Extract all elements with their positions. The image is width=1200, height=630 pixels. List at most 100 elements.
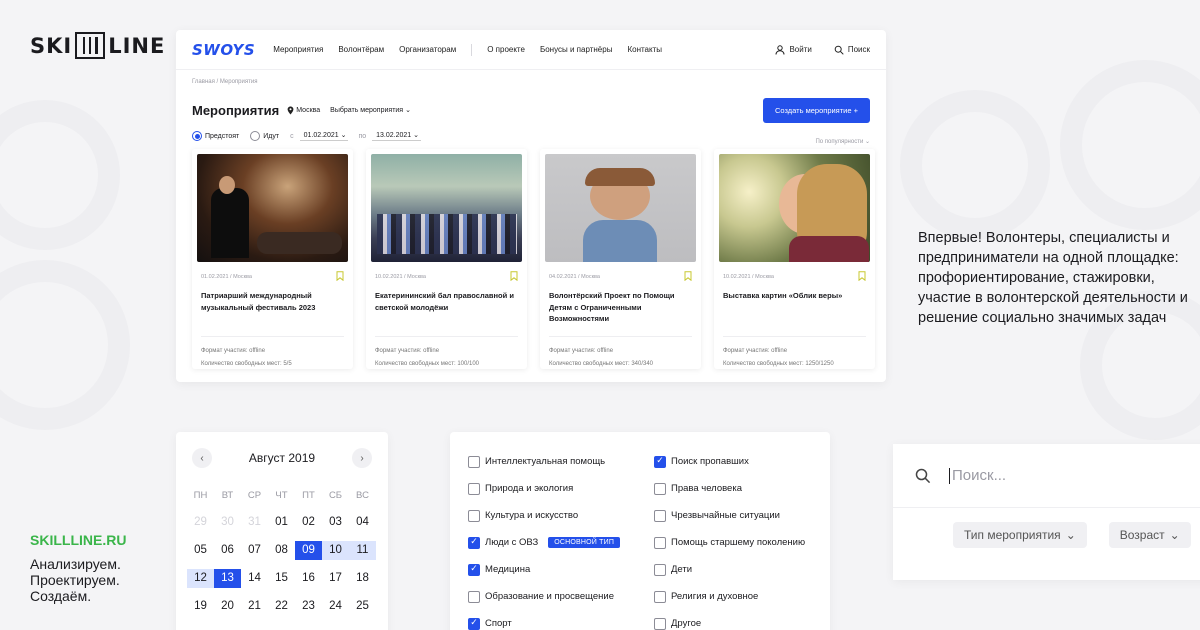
bookmark-icon[interactable] bbox=[510, 271, 518, 283]
checkbox-unchecked-icon[interactable] bbox=[654, 617, 666, 630]
calendar-day[interactable]: 14 bbox=[241, 569, 268, 588]
nav-contacts[interactable]: Контакты bbox=[627, 45, 662, 54]
event-type-dropdown[interactable]: Тип мероприятия ⌄ bbox=[953, 522, 1087, 548]
calendar-day[interactable]: 07 bbox=[241, 541, 268, 560]
event-format: Формат участия: offline bbox=[549, 348, 614, 354]
checkbox-checked-icon[interactable] bbox=[468, 536, 480, 549]
checkbox-unchecked-icon[interactable] bbox=[468, 509, 480, 522]
breadcrumb[interactable]: Главная / Мероприятия bbox=[176, 70, 886, 85]
event-card[interactable]: 10.02.2021 / Москва Выставка картин «Обл… bbox=[714, 149, 875, 369]
event-card[interactable]: 01.02.2021 / Москва Патриарший междунаро… bbox=[192, 149, 353, 369]
calendar-day[interactable]: 01 bbox=[268, 513, 295, 532]
event-format: Формат участия: offline bbox=[723, 348, 788, 354]
calendar-day[interactable]: 30 bbox=[214, 513, 241, 532]
date-to[interactable]: по 13.02.2021 ⌄ bbox=[358, 131, 421, 141]
brand-site-link[interactable]: SKILLLINE.RU bbox=[30, 532, 126, 548]
radio-upcoming[interactable]: Предстоят bbox=[192, 131, 239, 141]
page-title: Мероприятия bbox=[192, 102, 280, 118]
header-search-link[interactable]: Поиск bbox=[834, 45, 870, 55]
category-item[interactable]: Дети bbox=[654, 556, 805, 583]
nav-bonuses[interactable]: Бонусы и партнёры bbox=[540, 45, 612, 54]
login-link[interactable]: Войти bbox=[775, 44, 812, 55]
calendar-day[interactable]: 08 bbox=[268, 541, 295, 560]
category-item[interactable]: Спорт bbox=[468, 610, 620, 630]
category-item[interactable]: Права человека bbox=[654, 475, 805, 502]
event-card[interactable]: 04.02.2021 / Москва Волонтёрский Проект … bbox=[540, 149, 701, 369]
category-item[interactable]: Интеллектуальная помощь bbox=[468, 448, 620, 475]
prev-month-button[interactable]: ‹ bbox=[192, 448, 212, 468]
background-decoration bbox=[1060, 60, 1200, 230]
calendar-day[interactable]: 12 bbox=[187, 569, 214, 588]
checkbox-unchecked-icon[interactable] bbox=[654, 482, 666, 495]
chevron-down-icon: ⌄ bbox=[1169, 528, 1180, 542]
category-item[interactable]: Религия и духовное bbox=[654, 583, 805, 610]
category-item[interactable]: Культура и искусство bbox=[468, 502, 620, 529]
calendar-day[interactable]: 18 bbox=[349, 569, 376, 588]
calendar-day[interactable]: 20 bbox=[214, 597, 241, 616]
category-item[interactable]: Природа и экология bbox=[468, 475, 620, 502]
nav-events[interactable]: Мероприятия bbox=[273, 45, 323, 54]
checkbox-checked-icon[interactable] bbox=[468, 563, 480, 576]
header-search-label: Поиск bbox=[847, 45, 870, 54]
calendar-day[interactable]: 29 bbox=[187, 513, 214, 532]
search-input[interactable]: Поиск... bbox=[952, 467, 1006, 484]
event-title[interactable]: Волонтёрский Проект по Помощи Детям с Ог… bbox=[545, 290, 696, 332]
calendar-day[interactable]: 22 bbox=[268, 597, 295, 616]
checkbox-unchecked-icon[interactable] bbox=[468, 482, 480, 495]
calendar-day[interactable]: 11 bbox=[349, 541, 376, 560]
nav-volunteers[interactable]: Волонтёрам bbox=[338, 45, 384, 54]
calendar-day[interactable]: 06 bbox=[214, 541, 241, 560]
calendar-day[interactable]: 15 bbox=[268, 569, 295, 588]
event-title[interactable]: Екатерининский бал православной и светск… bbox=[371, 290, 522, 332]
bookmark-icon[interactable] bbox=[858, 271, 866, 283]
category-item[interactable]: Медицина bbox=[468, 556, 620, 583]
bookmark-icon[interactable] bbox=[684, 271, 692, 283]
date-from[interactable]: с 01.02.2021 ⌄ bbox=[290, 131, 349, 141]
calendar-day[interactable]: 09 bbox=[295, 541, 322, 560]
age-dropdown[interactable]: Возраст ⌄ bbox=[1108, 522, 1191, 548]
calendar-day[interactable]: 10 bbox=[322, 541, 349, 560]
event-card[interactable]: 10.02.2021 / Москва Екатерининский бал п… bbox=[366, 149, 527, 369]
radio-ongoing[interactable]: Идут bbox=[250, 131, 279, 141]
calendar-day[interactable]: 05 bbox=[187, 541, 214, 560]
nav-about[interactable]: О проекте bbox=[487, 45, 525, 54]
category-item[interactable]: Люди с ОВЗ ОСНОВНОЙ ТИП bbox=[468, 529, 621, 556]
calendar-day[interactable]: 21 bbox=[241, 597, 268, 616]
calendar-day[interactable]: 04 bbox=[349, 513, 376, 532]
checkbox-checked-icon[interactable] bbox=[468, 617, 480, 630]
city-selector[interactable]: Москва bbox=[287, 106, 320, 115]
calendar-day[interactable]: 31 bbox=[241, 513, 268, 532]
checkbox-unchecked-icon[interactable] bbox=[468, 590, 480, 603]
site-logo[interactable]: SWOYS bbox=[192, 41, 255, 59]
calendar-day[interactable]: 25 bbox=[349, 597, 376, 616]
event-title[interactable]: Патриарший международный музыкальный фес… bbox=[197, 290, 348, 332]
calendar-day[interactable]: 19 bbox=[187, 597, 214, 616]
category-item[interactable]: Образование и просвещение bbox=[468, 583, 620, 610]
calendar-day[interactable]: 13 bbox=[214, 569, 241, 588]
nav-organizers[interactable]: Организаторам bbox=[399, 45, 456, 54]
next-month-button[interactable]: › bbox=[352, 448, 372, 468]
sort-dropdown[interactable]: По популярности ⌄ bbox=[815, 128, 870, 145]
event-places: Количество свободных мест: 5/5 bbox=[201, 361, 292, 367]
category-item[interactable]: Помощь старшему поколению bbox=[654, 529, 805, 556]
calendar-day[interactable]: 24 bbox=[322, 597, 349, 616]
search-panel: Поиск... Тип мероприятия ⌄ Возраст ⌄ bbox=[893, 444, 1200, 580]
category-item[interactable]: Чрезвычайные ситуации bbox=[654, 502, 805, 529]
create-event-button[interactable]: Создать мероприятие + bbox=[763, 97, 870, 123]
bookmark-icon[interactable] bbox=[336, 271, 344, 283]
category-item[interactable]: Поиск пропавших bbox=[654, 448, 805, 475]
calendar-day[interactable]: 17 bbox=[322, 569, 349, 588]
checkbox-unchecked-icon[interactable] bbox=[468, 455, 480, 468]
checkbox-unchecked-icon[interactable] bbox=[654, 509, 666, 522]
calendar-day[interactable]: 03 bbox=[322, 513, 349, 532]
checkbox-unchecked-icon[interactable] bbox=[654, 590, 666, 603]
checkbox-unchecked-icon[interactable] bbox=[654, 563, 666, 576]
category-item[interactable]: Другое bbox=[654, 610, 805, 630]
calendar-day[interactable]: 23 bbox=[295, 597, 322, 616]
event-title[interactable]: Выставка картин «Облик веры» bbox=[719, 290, 870, 332]
checkbox-unchecked-icon[interactable] bbox=[654, 536, 666, 549]
choose-events-dropdown[interactable]: Выбрать мероприятия ⌄ bbox=[330, 106, 411, 114]
checkbox-checked-icon[interactable] bbox=[654, 455, 666, 468]
calendar-day[interactable]: 02 bbox=[295, 513, 322, 532]
calendar-day[interactable]: 16 bbox=[295, 569, 322, 588]
